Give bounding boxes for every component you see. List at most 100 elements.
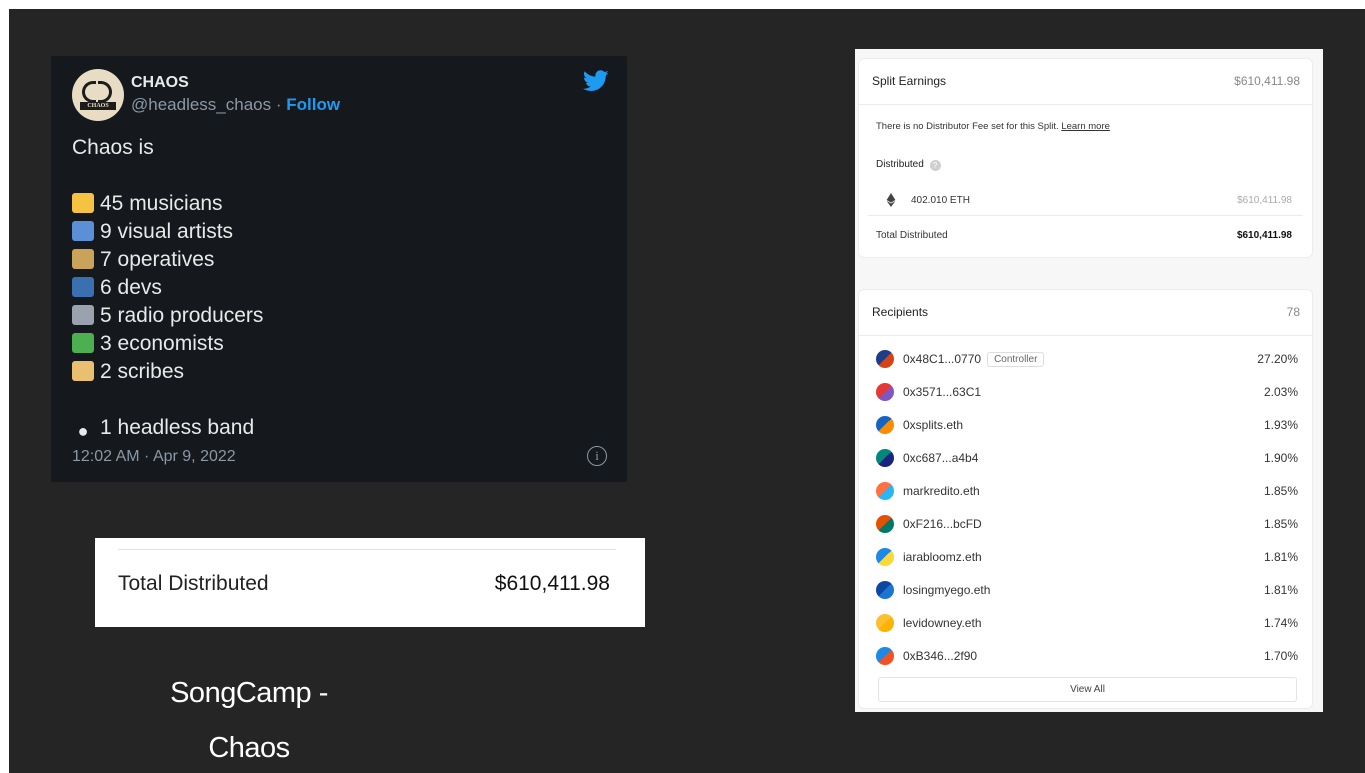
split-total-distributed-value: $610,411.98 bbox=[1236, 230, 1292, 241]
tweet-line: 3 economists bbox=[72, 330, 263, 358]
recipient-avatar bbox=[876, 449, 894, 467]
tweet-timestamp[interactable]: 12:02 AM · Apr 9, 2022 bbox=[72, 448, 236, 466]
tweet-line-text: 9 visual artists bbox=[100, 220, 234, 243]
recipient-avatar bbox=[876, 647, 894, 665]
recipient-avatar bbox=[876, 581, 894, 599]
recipient-percentage: 1.85% bbox=[1263, 517, 1298, 531]
eth-row: 402.010 ETH $610,411.98 bbox=[868, 184, 1303, 216]
tweet-line: 5 radio producers bbox=[72, 302, 263, 330]
recipient-avatar bbox=[876, 614, 894, 632]
tweet-line-text: 6 devs bbox=[100, 276, 162, 299]
recipients-count: 78 bbox=[1286, 305, 1300, 319]
tweet-line-text: 7 operatives bbox=[100, 248, 215, 271]
puzzle-piece-icon bbox=[72, 333, 94, 353]
tweet-card[interactable]: CHAOS CHAOS @headless_chaos · Follow Cha… bbox=[51, 56, 627, 482]
total-distributed-label: Total Distributed bbox=[118, 572, 269, 595]
distributed-label: Distributed bbox=[876, 159, 924, 170]
fee-note: There is no Distributor Fee set for this… bbox=[876, 121, 1110, 132]
split-earnings-title: Split Earnings bbox=[872, 74, 947, 88]
recipient-address-wrap: iarabloomz.eth bbox=[903, 550, 982, 564]
tweet-author-name[interactable]: CHAOS bbox=[131, 74, 189, 92]
recipient-avatar bbox=[876, 548, 894, 566]
recipient-address-wrap: 0xc687...a4b4 bbox=[903, 451, 978, 465]
recipient-address[interactable]: levidowney.eth bbox=[903, 616, 982, 630]
clipboard-icon bbox=[72, 249, 94, 269]
recipient-row[interactable]: iarabloomz.eth 1.81% bbox=[873, 543, 1298, 576]
recipient-percentage: 27.20% bbox=[1257, 352, 1298, 366]
recipient-percentage: 1.90% bbox=[1263, 451, 1298, 465]
recipient-percentage: 2.03% bbox=[1263, 385, 1298, 399]
recipient-percentage: 1.85% bbox=[1263, 484, 1298, 498]
tweet-line: 45 musicians bbox=[72, 190, 263, 218]
eth-amount: 402.010 ETH bbox=[911, 195, 970, 206]
tweet-closing-line: ● 1 headless band bbox=[72, 414, 263, 442]
recipient-address-wrap: losingmyego.eth bbox=[903, 583, 990, 597]
scroll-icon bbox=[72, 361, 94, 381]
recipient-percentage: 1.70% bbox=[1263, 649, 1298, 663]
tweet-line-text: 2 scribes bbox=[100, 360, 185, 383]
learn-more-link[interactable]: Learn more bbox=[1061, 121, 1110, 132]
recipient-row[interactable]: 0xsplits.eth 1.93% bbox=[873, 411, 1298, 444]
recipients-card: Recipients 78 0x48C1...0770 Controller 27.… bbox=[858, 289, 1313, 709]
twitter-bird-icon[interactable] bbox=[583, 70, 609, 92]
radio-icon bbox=[72, 305, 94, 325]
distributed-label-row: Distributed ? bbox=[876, 159, 941, 171]
picture-icon bbox=[72, 221, 94, 241]
recipient-address[interactable]: 0x3571...63C1 bbox=[903, 385, 981, 399]
view-all-button[interactable]: View All bbox=[878, 677, 1297, 702]
recipient-address-wrap: 0xB346...2f90 bbox=[903, 649, 977, 663]
tweet-line: 9 visual artists bbox=[72, 218, 263, 246]
recipient-row[interactable]: 0x48C1...0770 Controller 27.20% bbox=[873, 345, 1298, 378]
recipient-address[interactable]: markredito.eth bbox=[903, 484, 980, 498]
tweet-line-text: 5 radio producers bbox=[100, 304, 264, 327]
recipient-percentage: 1.74% bbox=[1263, 616, 1298, 630]
tweet-line: 7 operatives bbox=[72, 246, 263, 274]
info-icon[interactable]: i bbox=[587, 446, 607, 466]
recipient-row[interactable]: 0xB346...2f90 1.70% bbox=[873, 642, 1298, 675]
divider bbox=[118, 549, 616, 550]
recipients-list: 0x48C1...0770 Controller 27.20% 0x3571...63… bbox=[873, 345, 1298, 675]
follow-button[interactable]: Follow bbox=[286, 95, 340, 114]
tweet-body: Chaos is 45 musicians 9 visual artists 7 o… bbox=[72, 134, 263, 442]
recipient-row[interactable]: losingmyego.eth 1.81% bbox=[873, 576, 1298, 609]
slide: CHAOS CHAOS @headless_chaos · Follow Cha… bbox=[9, 9, 1365, 773]
recipients-title: Recipients bbox=[872, 305, 929, 319]
recipient-address[interactable]: losingmyego.eth bbox=[903, 583, 990, 597]
tweet-line-text: 45 musicians bbox=[100, 192, 223, 215]
handle-separator: · bbox=[271, 95, 287, 114]
tweet-handle[interactable]: @headless_chaos bbox=[131, 95, 271, 114]
floppy-disk-icon bbox=[72, 277, 94, 297]
recipient-address-wrap: markredito.eth bbox=[903, 484, 980, 498]
recipients-header: Recipients 78 bbox=[859, 290, 1312, 336]
tweet-handle-row: @headless_chaos · Follow bbox=[131, 95, 340, 115]
split-earnings-total: $610,411.98 bbox=[1234, 74, 1300, 88]
recipient-avatar bbox=[876, 383, 894, 401]
recipient-address[interactable]: iarabloomz.eth bbox=[903, 550, 982, 564]
help-icon[interactable]: ? bbox=[929, 160, 941, 171]
recipient-row[interactable]: 0xF216...bcFD 1.85% bbox=[873, 510, 1298, 543]
recipient-percentage: 1.93% bbox=[1263, 418, 1298, 432]
recipient-address[interactable]: 0x48C1...0770 bbox=[903, 352, 981, 366]
recipient-address[interactable]: 0xc687...a4b4 bbox=[903, 451, 978, 465]
recipient-address-wrap: 0x3571...63C1 bbox=[903, 385, 981, 399]
split-earnings-card: Split Earnings $610,411.98 There is no D… bbox=[858, 58, 1313, 258]
recipient-row[interactable]: levidowney.eth 1.74% bbox=[873, 609, 1298, 642]
recipient-address-wrap: 0x48C1...0770 Controller bbox=[903, 352, 1045, 367]
recipient-address[interactable]: 0xB346...2f90 bbox=[903, 649, 977, 663]
tweet-closing: 1 headless band bbox=[100, 416, 255, 439]
recipient-percentage: 1.81% bbox=[1263, 550, 1298, 564]
eth-usd-value: $610,411.98 bbox=[1237, 195, 1292, 206]
recipient-row[interactable]: 0x3571...63C1 2.03% bbox=[873, 378, 1298, 411]
recipient-address[interactable]: 0xsplits.eth bbox=[903, 418, 963, 432]
recipient-row[interactable]: markredito.eth 1.85% bbox=[873, 477, 1298, 510]
split-total-distributed-label: Total Distributed bbox=[876, 230, 948, 241]
recipient-row[interactable]: 0xc687...a4b4 1.90% bbox=[873, 444, 1298, 477]
cd-icon bbox=[72, 193, 94, 213]
avatar[interactable]: CHAOS bbox=[72, 69, 124, 121]
recipient-address[interactable]: 0xF216...bcFD bbox=[903, 517, 982, 531]
recipient-avatar bbox=[876, 482, 894, 500]
total-distributed-zoom-card: Total Distributed $610,411.98 bbox=[95, 538, 645, 627]
recipient-avatar bbox=[876, 515, 894, 533]
recipient-avatar bbox=[876, 416, 894, 434]
split-panel: Split Earnings $610,411.98 There is no D… bbox=[855, 49, 1323, 712]
